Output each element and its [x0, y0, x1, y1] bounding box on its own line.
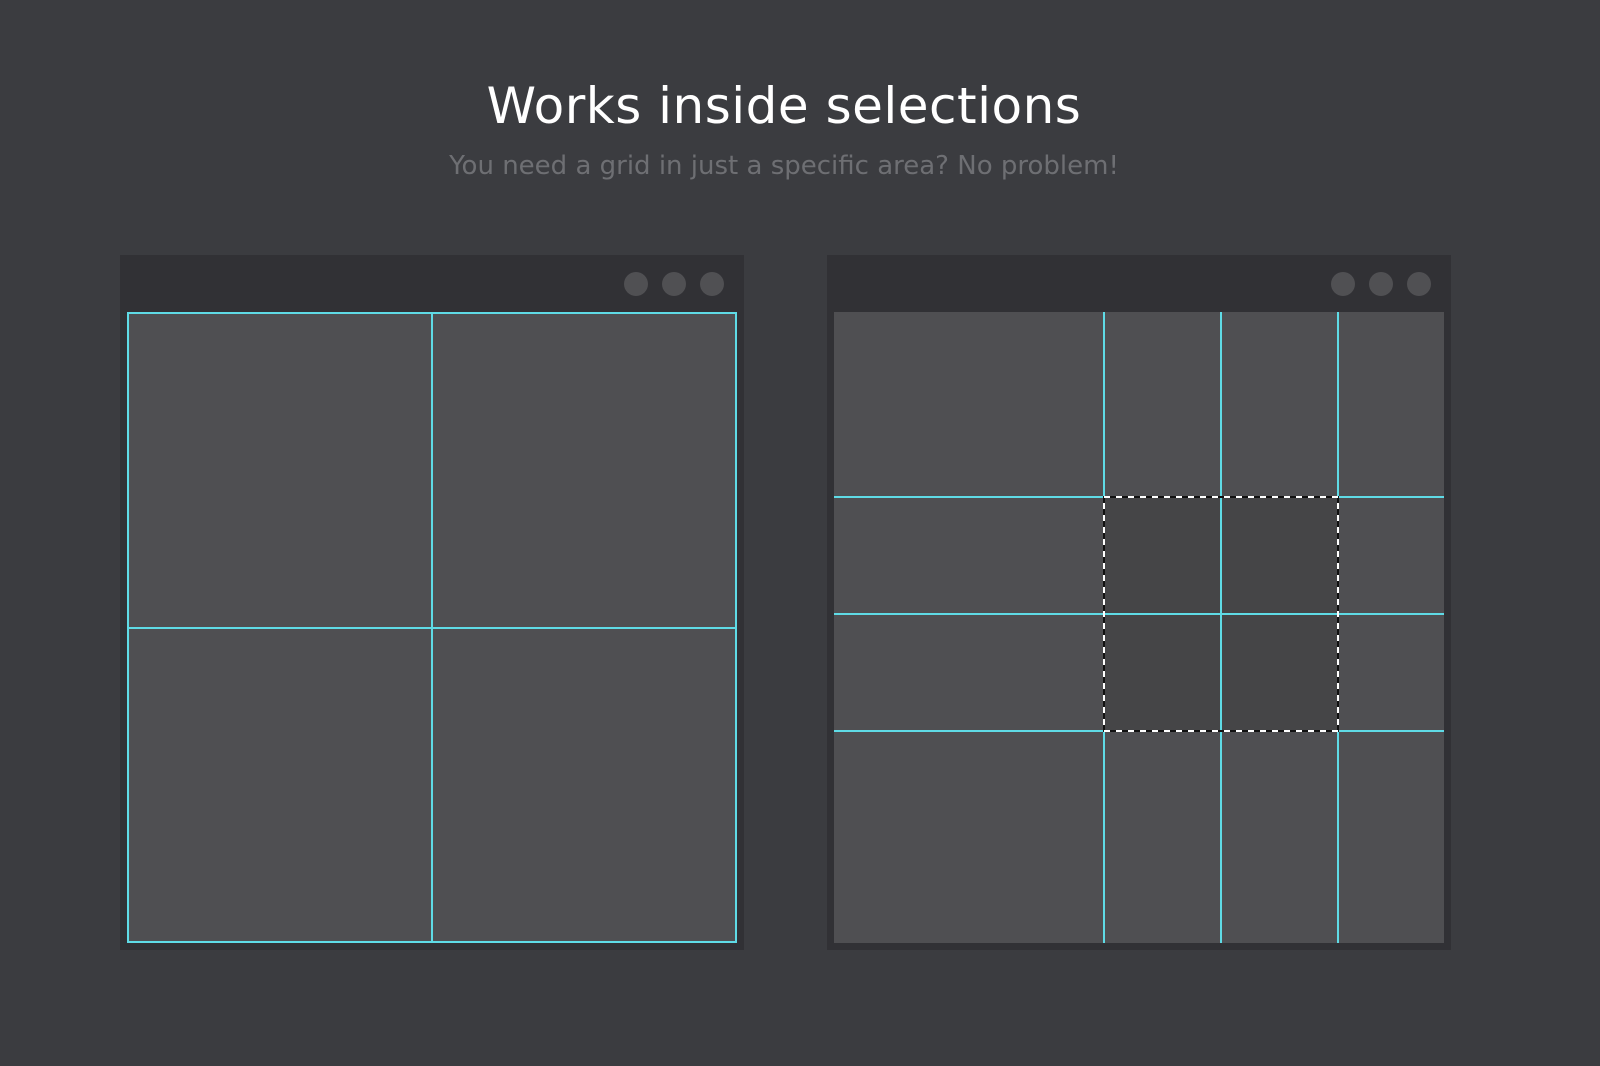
window-full-canvas-example [120, 255, 744, 950]
window-control-dot-icon[interactable] [1331, 272, 1355, 296]
window-control-dot-icon[interactable] [1407, 272, 1431, 296]
window-control-dot-icon[interactable] [1369, 272, 1393, 296]
page-title: Works inside selections [486, 77, 1082, 135]
canvas[interactable] [127, 312, 737, 943]
window-titlebar [827, 255, 1451, 312]
window-control-dot-icon[interactable] [624, 272, 648, 296]
window-titlebar [120, 255, 744, 312]
window-selection-example [827, 255, 1451, 950]
grid-overlay [834, 312, 1444, 943]
window-control-dot-icon[interactable] [662, 272, 686, 296]
canvas[interactable] [834, 312, 1444, 943]
grid-overlay [127, 312, 737, 943]
page-subtitle: You need a grid in just a specific area?… [449, 151, 1119, 181]
window-control-dot-icon[interactable] [700, 272, 724, 296]
